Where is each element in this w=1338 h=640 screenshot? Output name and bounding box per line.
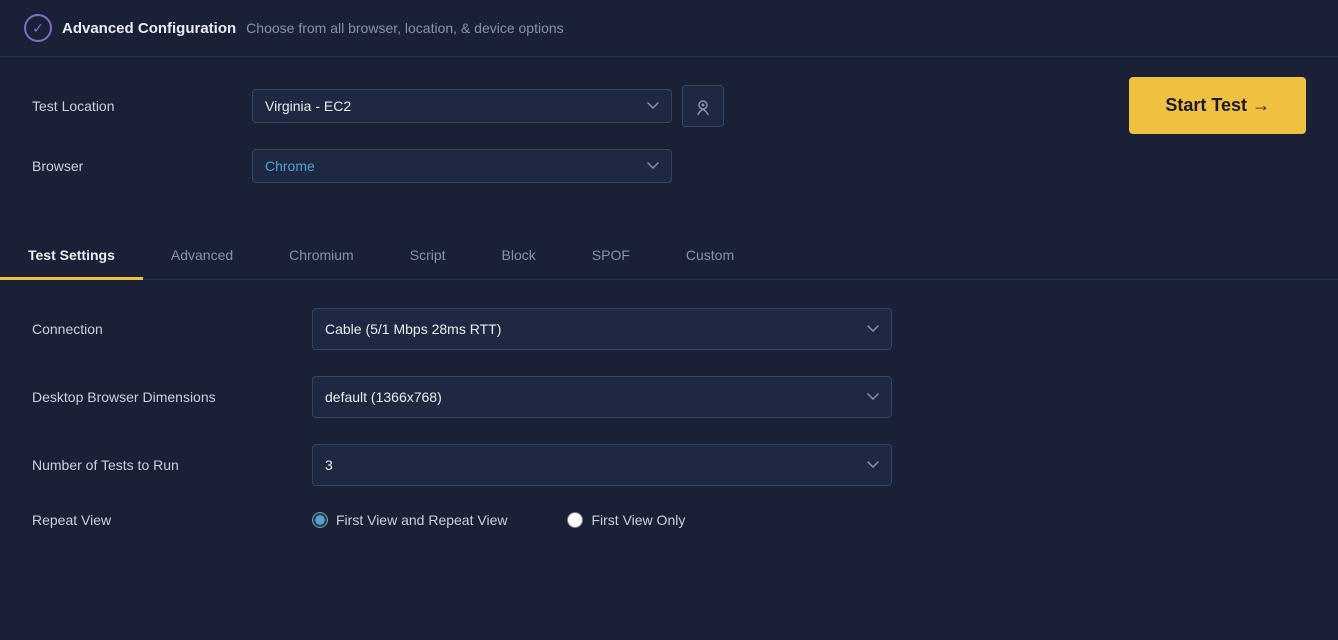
connection-control: Cable (5/1 Mbps 28ms RTT) DSL (1.5 Mbps/… (312, 308, 892, 350)
connection-select[interactable]: Cable (5/1 Mbps 28ms RTT) DSL (1.5 Mbps/… (312, 308, 892, 350)
tab-chromium[interactable]: Chromium (261, 233, 382, 280)
dimensions-control: default (1366x768) 1024x768 1280x1024 19… (312, 376, 892, 418)
tab-test-settings[interactable]: Test Settings (0, 233, 143, 280)
repeat-view-label: Repeat View (32, 512, 312, 528)
tabs-container: Test Settings Advanced Chromium Script B… (0, 233, 1338, 280)
num-tests-label: Number of Tests to Run (32, 457, 312, 473)
dimensions-select[interactable]: default (1366x768) 1024x768 1280x1024 19… (312, 376, 892, 418)
tab-custom[interactable]: Custom (658, 233, 762, 280)
connection-row: Connection Cable (5/1 Mbps 28ms RTT) DSL… (32, 308, 1306, 350)
browser-label: Browser (32, 158, 252, 174)
dimensions-row: Desktop Browser Dimensions default (1366… (32, 376, 1306, 418)
num-tests-row: Number of Tests to Run 1 2 3 4 5 6 7 8 9 (32, 444, 1306, 486)
tab-spof[interactable]: SPOF (564, 233, 658, 280)
repeat-view-first-only-label: First View Only (591, 512, 685, 528)
dimensions-label: Desktop Browser Dimensions (32, 389, 312, 405)
repeat-view-radio-group: First View and Repeat View First View On… (312, 512, 892, 528)
repeat-view-first-only[interactable]: First View Only (567, 512, 685, 528)
config-check-icon: ✓ (24, 14, 52, 42)
tab-content-test-settings: Connection Cable (5/1 Mbps 28ms RTT) DSL… (0, 280, 1338, 582)
test-location-label: Test Location (32, 98, 252, 114)
test-location-controls: Virginia - EC2 (252, 85, 724, 127)
repeat-view-first-and-repeat-label: First View and Repeat View (336, 512, 507, 528)
map-button[interactable] (682, 85, 724, 127)
repeat-view-first-and-repeat[interactable]: First View and Repeat View (312, 512, 507, 528)
tab-script[interactable]: Script (382, 233, 474, 280)
test-location-row: Test Location Virginia - EC2 (32, 85, 1306, 127)
num-tests-control: 1 2 3 4 5 6 7 8 9 (312, 444, 892, 486)
tab-block[interactable]: Block (474, 233, 564, 280)
num-tests-select[interactable]: 1 2 3 4 5 6 7 8 9 (312, 444, 892, 486)
repeat-view-radio-first-and-repeat[interactable] (312, 512, 328, 528)
start-test-button[interactable]: Start Test → (1129, 77, 1306, 134)
tab-advanced[interactable]: Advanced (143, 233, 261, 280)
test-location-select[interactable]: Virginia - EC2 (252, 89, 672, 123)
adv-config-bar: ✓ Advanced Configuration Choose from all… (0, 0, 1338, 57)
browser-row: Browser Chrome (32, 149, 1306, 183)
adv-config-title: Advanced Configuration (62, 20, 236, 37)
main-content: Start Test → Test Location Virginia - EC… (0, 57, 1338, 233)
repeat-view-control: First View and Repeat View First View On… (312, 512, 892, 528)
browser-select[interactable]: Chrome (252, 149, 672, 183)
browser-controls: Chrome (252, 149, 672, 183)
adv-config-subtitle: Choose from all browser, location, & dev… (246, 20, 564, 36)
repeat-view-radio-first-only[interactable] (567, 512, 583, 528)
connection-label: Connection (32, 321, 312, 337)
repeat-view-row: Repeat View First View and Repeat View F… (32, 512, 1306, 528)
